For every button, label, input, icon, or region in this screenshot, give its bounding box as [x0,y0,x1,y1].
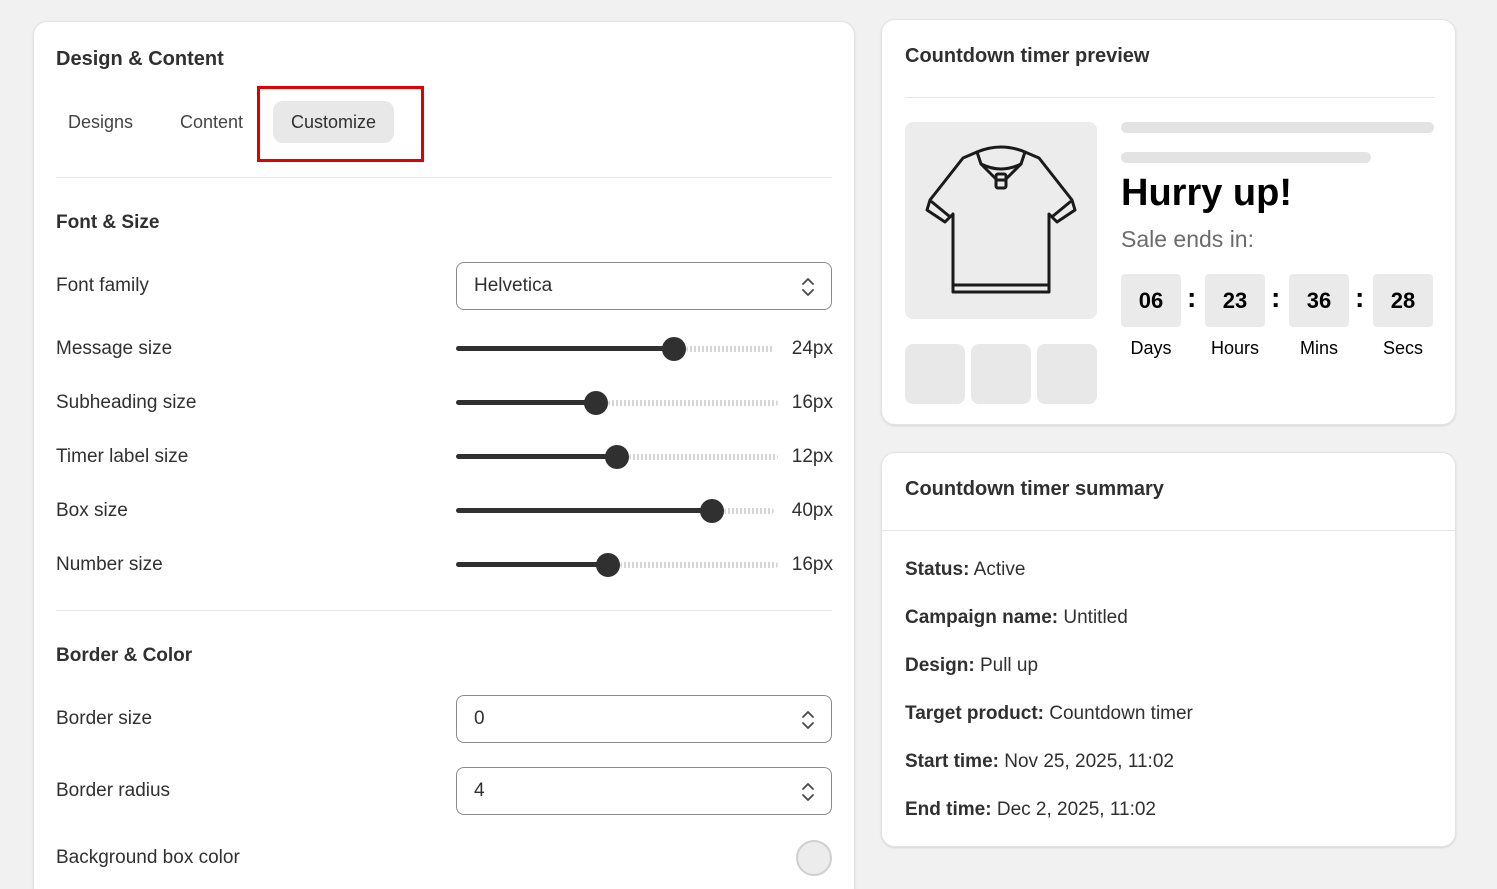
border-size-label: Border size [56,708,153,729]
number-size-value: 16px [791,554,833,575]
summary-key: Campaign name: [905,607,1059,628]
box-size-label: Box size [56,500,128,521]
timer-secs-label: Secs [1382,338,1424,358]
box-size-slider[interactable] [456,499,774,523]
border-radius-stepper[interactable]: 4 [456,767,832,815]
highlight-box [257,86,424,162]
summary-key: Target product: [905,703,1044,724]
summary-row-end-time: End time: Dec 2, 2025, 11:02 [905,799,1156,821]
summary-row-design: Design: Pull up [905,655,1038,677]
divider [56,610,832,611]
slider-fill [456,508,712,513]
timer-separator: : [1187,282,1197,313]
summary-title: Countdown timer summary [905,478,1164,500]
thumbnail[interactable] [905,344,965,404]
font-family-label: Font family [56,275,149,296]
background-box-color-label: Background box color [56,847,240,868]
timer-separator: : [1355,282,1365,313]
thumbnail[interactable] [1037,344,1097,404]
skeleton-line [1121,122,1434,133]
summary-value: Dec 2, 2025, 11:02 [996,799,1156,820]
message-size-label: Message size [56,338,173,359]
countdown-summary-card: Countdown timer summary Status: Active C… [881,452,1456,847]
number-size-label: Number size [56,554,163,575]
divider [56,177,832,178]
slider-track [608,400,778,406]
slider-fill [456,454,617,459]
font-family-select[interactable]: Helvetica [456,262,832,310]
stepper-chevron-icon[interactable] [801,781,815,803]
summary-key: Status: [905,559,970,580]
tshirt-icon [925,145,1077,294]
card-title: Design & Content [56,48,224,70]
divider [905,97,1434,98]
countdown-preview-card: Countdown timer preview Hurry up! Sale e… [881,19,1456,425]
slider-track [724,508,774,514]
skeleton-line [1121,152,1371,163]
slider-thumb[interactable] [596,553,620,577]
summary-value: Countdown timer [1049,703,1193,724]
summary-key: Start time: [905,751,999,772]
timer-days-label: Days [1130,338,1172,358]
slider-track [620,562,778,568]
font-family-value: Helvetica [474,275,553,296]
slider-fill [456,400,596,405]
select-chevron-icon [802,278,814,296]
summary-row-start-time: Start time: Nov 25, 2025, 11:02 [905,751,1174,773]
subheading-size-label: Subheading size [56,392,197,413]
slider-track [629,454,778,460]
summary-row-campaign: Campaign name: Untitled [905,607,1128,629]
background-color-swatch[interactable] [796,840,832,876]
border-color-section-title: Border & Color [56,645,193,666]
tab-content[interactable]: Content [168,101,255,143]
slider-thumb[interactable] [700,499,724,523]
border-size-stepper[interactable]: 0 [456,695,832,743]
summary-key: Design: [905,655,975,676]
slider-track [686,346,774,352]
timer-label-size-value: 12px [791,446,833,467]
message-size-value: 24px [791,338,833,359]
timer-days-box: 06 [1121,274,1181,327]
slider-fill [456,346,674,351]
border-radius-label: Border radius [56,780,171,801]
slider-thumb[interactable] [605,445,629,469]
summary-value: Pull up [979,655,1039,676]
summary-value: Nov 25, 2025, 11:02 [1004,751,1174,772]
subheading-size-slider[interactable] [456,391,778,415]
summary-row-target-product: Target product: Countdown timer [905,703,1193,725]
summary-value: Untitled [1063,607,1128,628]
thumbnail[interactable] [971,344,1031,404]
timer-headline: Hurry up! [1121,172,1292,214]
font-size-section-title: Font & Size [56,212,160,233]
timer-mins-box: 36 [1289,274,1349,327]
slider-thumb[interactable] [662,337,686,361]
timer-secs-box: 28 [1373,274,1433,327]
preview-title: Countdown timer preview [905,45,1150,67]
timer-hours-label: Hours [1210,338,1259,358]
timer-mins-label: Mins [1299,338,1338,358]
summary-row-status: Status: Active [905,559,1025,581]
divider [882,530,1455,531]
timer-separator: : [1271,282,1281,313]
tab-designs[interactable]: Designs [56,101,145,143]
timer-label-size-slider[interactable] [456,445,778,469]
summary-key: End time: [905,799,992,820]
timer-label-size-label: Timer label size [56,446,189,467]
design-content-card: Design & Content Designs Content Customi… [33,21,855,889]
subheading-size-value: 16px [791,392,833,413]
box-size-value: 40px [791,500,833,521]
slider-fill [456,562,608,567]
slider-thumb[interactable] [584,391,608,415]
border-radius-value: 4 [474,780,485,801]
summary-value: Active [973,559,1026,580]
timer-subheading: Sale ends in: [1121,226,1254,252]
number-size-slider[interactable] [456,553,778,577]
product-image [905,122,1097,319]
border-size-value: 0 [474,708,485,729]
timer-hours-box: 23 [1205,274,1265,327]
message-size-slider[interactable] [456,337,774,361]
stepper-chevron-icon[interactable] [801,709,815,731]
